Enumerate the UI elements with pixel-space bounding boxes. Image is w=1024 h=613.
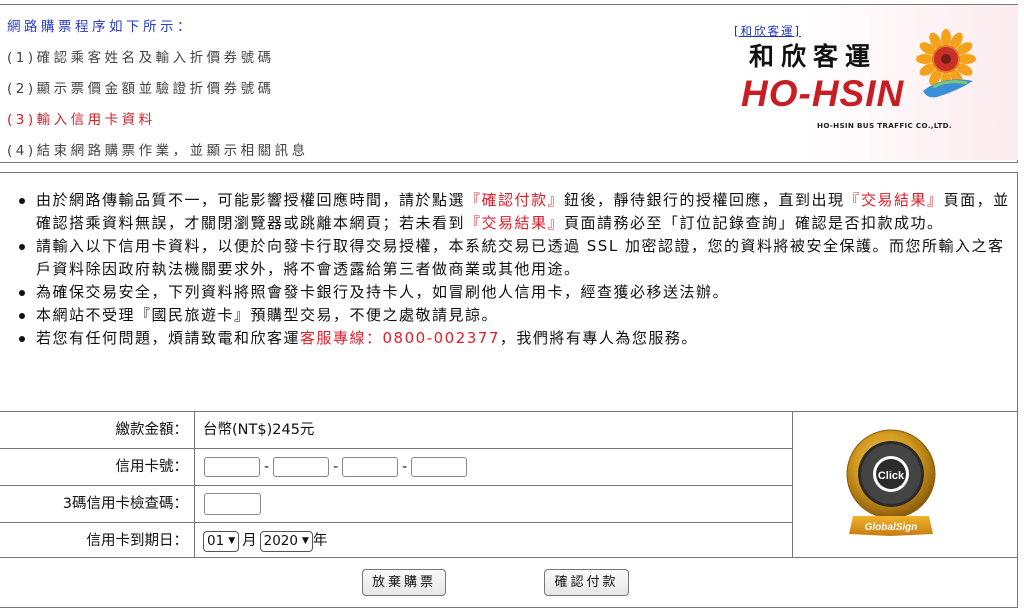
step-2: (2)顯示票價金額並驗證折價券號碼 xyxy=(7,81,275,97)
chevron-down-icon: ▼ xyxy=(228,536,236,546)
amount-label: 繳款金額： xyxy=(0,412,195,448)
card-number-row: 信用卡號： - - - xyxy=(0,449,793,486)
payment-form: 繳款金額： 台幣(NT$)245元 信用卡號： - - - 3碼信用卡檢查碼： … xyxy=(0,411,1018,560)
card-number-input-4[interactable] xyxy=(411,457,468,477)
notice-list: 由於網路傳輸品質不一，可能影響授權回應時間，請於點選『確認付款』鈕後，靜待銀行的… xyxy=(10,189,1010,350)
cvv-input[interactable] xyxy=(204,493,261,515)
expiry-month-select[interactable]: 01 ▼ xyxy=(203,530,240,552)
card-number-input-2[interactable] xyxy=(273,457,330,477)
svg-text:GlobalSign: GlobalSign xyxy=(865,522,918,533)
service-hotline: 客服專線：0800-002377 xyxy=(300,329,500,347)
card-number-input-3[interactable] xyxy=(342,457,399,477)
cvv-row: 3碼信用卡檢查碼： xyxy=(0,486,793,523)
expiry-label: 信用卡到期日： xyxy=(0,523,195,559)
company-chinese-name: 和欣客運 xyxy=(749,42,878,71)
expiry-row: 信用卡到期日： 01 ▼ 月 2020 ▼ 年 xyxy=(0,523,793,560)
cvv-label: 3碼信用卡檢查碼： xyxy=(0,486,195,522)
step-3-current: (3)輸入信用卡資料 xyxy=(7,112,156,128)
company-logo: [和欣客運] 和欣客運 HO-HSIN HO-HSIN BUS TRAFFIC … xyxy=(729,5,1018,160)
notice-item-security: 為確保交易安全，下列資料將照會發卡銀行及持卡人，如冒刷他人信用卡，經查獲必移送法… xyxy=(10,281,1010,304)
company-subtitle: HO-HSIN BUS TRAFFIC CO.,LTD. xyxy=(817,121,952,130)
svg-text:Click: Click xyxy=(878,470,905,482)
purchase-steps: 網路購票程序如下所示： (1)確認乘客姓名及輸入折價券號碼 (2)顯示票價金額並… xyxy=(7,17,707,172)
chevron-down-icon: ▼ xyxy=(301,536,309,546)
cancel-purchase-button[interactable]: 放棄購票 xyxy=(362,569,446,596)
notice-item-contact: 若您有任何問題，煩請致電和欣客運客服專線：0800-002377，我們將有專人為… xyxy=(10,327,1010,350)
notice-item-authorization: 由於網路傳輸品質不一，可能影響授權回應時間，請於點選『確認付款』鈕後，靜待銀行的… xyxy=(10,189,1010,235)
step-4: (4)結束網路購票作業，並顯示相關訊息 xyxy=(7,143,309,159)
steps-title: 網路購票程序如下所示： xyxy=(7,19,194,35)
notice-item-ssl: 請輸入以下信用卡資料，以便於向發卡行取得交易授權，本系統交易已透過 SSL 加密… xyxy=(10,235,1010,281)
steps-panel: 網路購票程序如下所示： (1)確認乘客姓名及輸入折價券號碼 (2)顯示票價金額並… xyxy=(0,4,1018,163)
amount-value: 台幣(NT$)245元 xyxy=(203,422,315,438)
card-number-label: 信用卡號： xyxy=(0,449,195,485)
company-english-name: HO-HSIN xyxy=(741,73,905,114)
globalsign-seal-icon: Click GlobalSign xyxy=(846,429,936,536)
card-number-input-1[interactable] xyxy=(204,457,260,477)
globalsign-seal[interactable]: Click GlobalSign xyxy=(792,412,1018,559)
amount-row: 繳款金額： 台幣(NT$)245元 xyxy=(0,412,793,449)
step-1: (1)確認乘客姓名及輸入折價券號碼 xyxy=(7,50,275,66)
sunflower-logo-icon xyxy=(916,29,976,98)
confirm-payment-button[interactable]: 確認付款 xyxy=(544,569,629,596)
expiry-year-select[interactable]: 2020 ▼ xyxy=(259,530,313,552)
action-bar: 放棄購票 確認付款 xyxy=(0,557,1018,608)
notice-item-travel-card: 本網站不受理『國民旅遊卡』預購型交易，不便之處敬請見諒。 xyxy=(10,304,1010,327)
notice-panel: 由於網路傳輸品質不一，可能影響授權回應時間，請於點選『確認付款』鈕後，靜待銀行的… xyxy=(0,172,1018,412)
